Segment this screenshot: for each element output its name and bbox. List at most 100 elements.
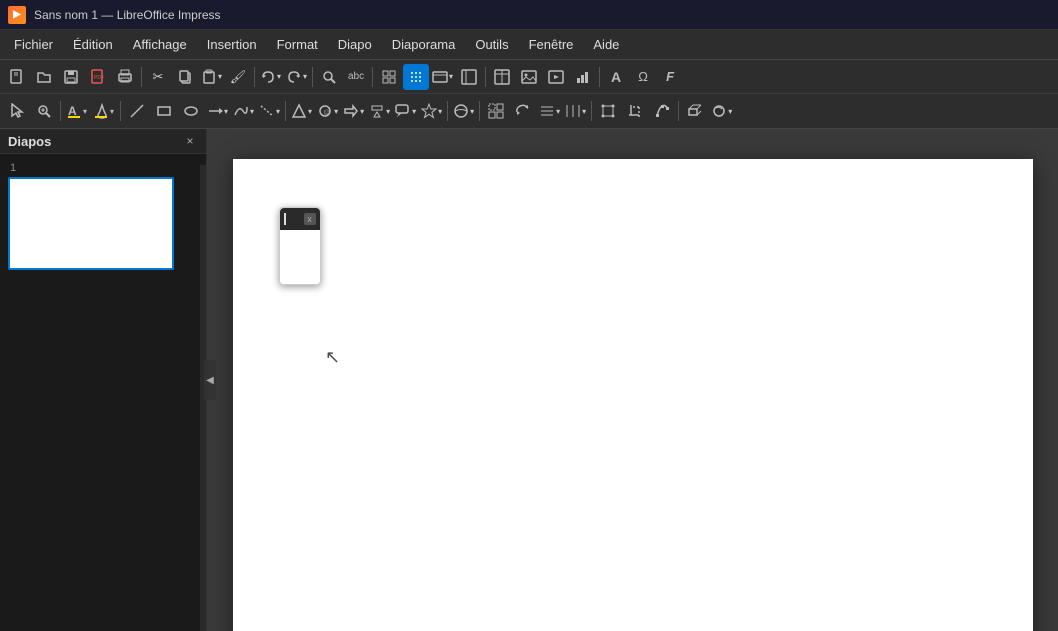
canvas-area[interactable]: x ↖ — [207, 129, 1058, 631]
select-objects-button[interactable] — [483, 98, 509, 124]
slides-panel-close[interactable]: × — [182, 133, 198, 149]
window-title: Sans nom 1 — LibreOffice Impress — [34, 8, 221, 22]
normal-view-button[interactable] — [456, 64, 482, 90]
effects-dropdown[interactable]: ▾ — [709, 98, 734, 124]
special-char-button[interactable]: Ω — [630, 64, 656, 90]
object-close-button[interactable]: x — [304, 213, 316, 225]
crop-button[interactable] — [622, 98, 648, 124]
grid-snap-button[interactable] — [403, 64, 429, 90]
separator — [254, 67, 255, 87]
separator — [141, 67, 142, 87]
line-tool-button[interactable] — [124, 98, 150, 124]
separator — [678, 101, 679, 121]
menu-fenetre[interactable]: Fenêtre — [519, 33, 584, 56]
rotate-button[interactable] — [510, 98, 536, 124]
svg-text:☺: ☺ — [322, 107, 331, 117]
separator — [479, 101, 480, 121]
menu-format[interactable]: Format — [267, 33, 328, 56]
svg-text:A: A — [68, 104, 77, 118]
movie-insert-button[interactable] — [543, 64, 569, 90]
extrusion-button[interactable] — [682, 98, 708, 124]
textbox-button[interactable]: A — [603, 64, 629, 90]
display-view-dropdown[interactable]: ▾ — [430, 64, 455, 90]
menu-fichier[interactable]: Fichier — [4, 33, 63, 56]
open-button[interactable] — [31, 64, 57, 90]
find-button[interactable] — [316, 64, 342, 90]
main-area: Diapos × 1 ◀ x ↖ — [0, 129, 1058, 631]
paste-dropdown[interactable]: ▾ — [199, 64, 224, 90]
app-icon: ▶ — [8, 6, 26, 24]
main-toolbar: PDF ✂ ▾ 🖌 ▾ ▾ abc — [0, 60, 1058, 94]
drawing-toolbar: A ▾ ▾ ▾ ▾ ▾ ▾ — [0, 94, 1058, 128]
basic-shapes-dropdown[interactable]: ▾ — [289, 98, 314, 124]
align-dropdown[interactable]: ▾ — [537, 98, 562, 124]
copy-button[interactable] — [172, 64, 198, 90]
stars-dropdown[interactable]: ▾ — [419, 98, 444, 124]
menu-outils[interactable]: Outils — [465, 33, 518, 56]
slide-canvas: x — [233, 159, 1033, 631]
connectors-dropdown[interactable]: ▾ — [257, 98, 282, 124]
print-button[interactable] — [112, 64, 138, 90]
clone-format-button[interactable]: 🖌 — [225, 64, 251, 90]
block-arrows-dropdown[interactable]: ▾ — [341, 98, 366, 124]
separator — [285, 101, 286, 121]
3d-objects-dropdown[interactable]: ▾ — [451, 98, 476, 124]
menubar: Fichier Édition Affichage Insertion Form… — [0, 30, 1058, 60]
canvas-object-body — [280, 230, 320, 284]
svg-text:PDF: PDF — [94, 75, 104, 81]
ellipse-tool-button[interactable] — [178, 98, 204, 124]
slide-preview-image — [8, 177, 174, 270]
save-button[interactable] — [58, 64, 84, 90]
flowchart-dropdown[interactable]: ▾ — [367, 98, 392, 124]
distribute-dropdown[interactable]: ▾ — [563, 98, 588, 124]
rectangle-tool-button[interactable] — [151, 98, 177, 124]
select-tool-button[interactable] — [4, 98, 30, 124]
slide-thumbnail[interactable]: 1 — [8, 162, 198, 270]
separator — [485, 67, 486, 87]
menu-aide[interactable]: Aide — [583, 33, 629, 56]
separator — [591, 101, 592, 121]
image-insert-button[interactable] — [516, 64, 542, 90]
text-cursor-indicator — [284, 213, 286, 225]
callouts-dropdown[interactable]: ▾ — [393, 98, 418, 124]
zoom-tool-button[interactable] — [31, 98, 57, 124]
separator — [447, 101, 448, 121]
menu-diaporama[interactable]: Diaporama — [382, 33, 466, 56]
separator — [372, 67, 373, 87]
slide-number: 1 — [8, 162, 198, 174]
table-insert-button[interactable] — [489, 64, 515, 90]
separator — [60, 101, 61, 121]
menu-edition[interactable]: Édition — [63, 33, 123, 56]
curves-dropdown[interactable]: ▾ — [231, 98, 256, 124]
canvas-object-header: x — [280, 208, 320, 230]
slides-list: 1 — [0, 154, 206, 631]
slides-panel-title: Diapos — [8, 134, 51, 149]
point-edit-button[interactable] — [649, 98, 675, 124]
cut-button[interactable]: ✂ — [145, 64, 171, 90]
export-pdf-button[interactable]: PDF — [85, 64, 111, 90]
menu-affichage[interactable]: Affichage — [123, 33, 197, 56]
spellcheck-button[interactable]: abc — [343, 64, 369, 90]
slides-panel-header: Diapos × — [0, 129, 206, 154]
line-color-button[interactable]: A ▾ — [64, 98, 90, 124]
menu-insertion[interactable]: Insertion — [197, 33, 267, 56]
menu-diapo[interactable]: Diapo — [328, 33, 382, 56]
separator — [312, 67, 313, 87]
canvas-object[interactable]: x — [279, 207, 321, 285]
arrow-dropdown[interactable]: ▾ — [205, 98, 230, 124]
fill-color-button[interactable]: ▾ — [91, 98, 117, 124]
undo-dropdown[interactable]: ▾ — [258, 64, 283, 90]
titlebar: ▶ Sans nom 1 — LibreOffice Impress — [0, 0, 1058, 30]
slides-panel: Diapos × 1 ◀ — [0, 129, 207, 631]
panel-collapse-button[interactable]: ◀ — [204, 360, 216, 400]
grid-display-button[interactable] — [376, 64, 402, 90]
separator — [599, 67, 600, 87]
toolbars: PDF ✂ ▾ 🖌 ▾ ▾ abc — [0, 60, 1058, 129]
new-button[interactable] — [4, 64, 30, 90]
separator — [120, 101, 121, 121]
symbol-shapes-dropdown[interactable]: ☺ ▾ — [315, 98, 340, 124]
chart-insert-button[interactable] — [570, 64, 596, 90]
redo-dropdown[interactable]: ▾ — [284, 64, 309, 90]
fontwork-button[interactable]: F — [657, 64, 683, 90]
position-size-button[interactable] — [595, 98, 621, 124]
